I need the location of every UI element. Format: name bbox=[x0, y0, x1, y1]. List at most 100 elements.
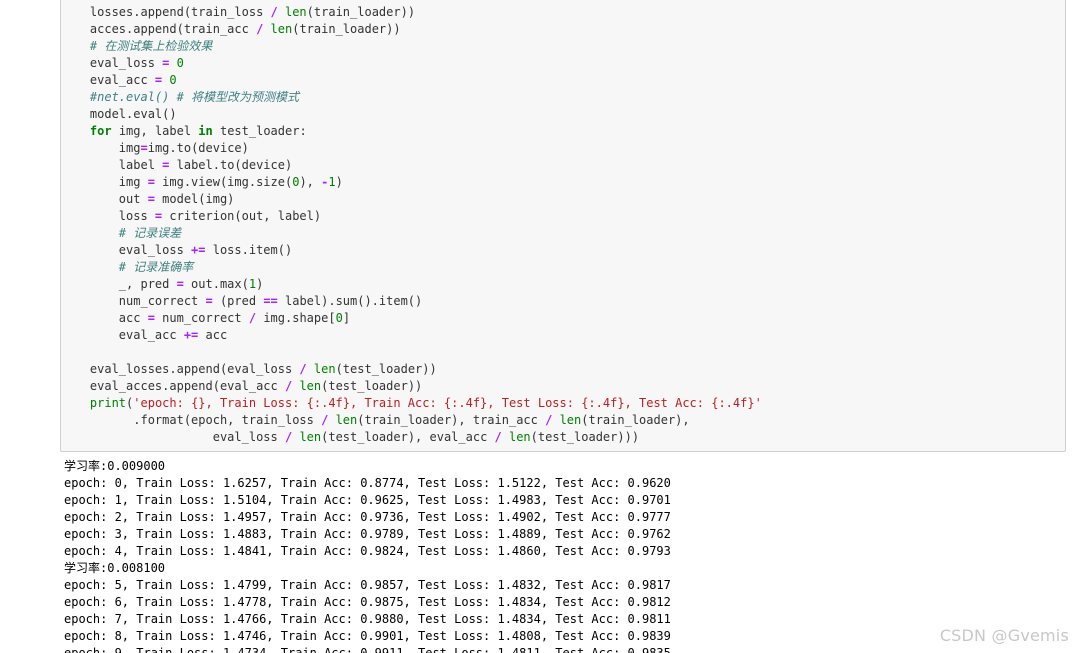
code-token: # 记录误差 bbox=[61, 226, 182, 240]
code-token: = bbox=[147, 311, 155, 325]
code-token: == bbox=[263, 294, 278, 308]
code-token: loss bbox=[61, 209, 155, 223]
code-line: #net.eval() # 将模型改为预测模式 bbox=[61, 89, 762, 106]
code-line: eval_loss = 0 bbox=[61, 55, 762, 72]
code-line: # 记录误差 bbox=[61, 225, 762, 242]
code-token: in bbox=[198, 124, 213, 138]
code-token: #net.eval() # 将模型改为预测模式 bbox=[61, 90, 300, 104]
code-line: eval_losses.append(eval_loss / len(test_… bbox=[61, 361, 762, 378]
output-line: epoch: 2, Train Loss: 1.4957, Train Acc:… bbox=[64, 510, 671, 524]
code-line: num_correct = (pred == label).sum().item… bbox=[61, 293, 762, 310]
code-token: / bbox=[494, 430, 502, 444]
cell-output: 学习率:0.009000 epoch: 0, Train Loss: 1.6257… bbox=[64, 458, 671, 653]
code-line: eval_acces.append(eval_acc / len(test_lo… bbox=[61, 378, 762, 395]
code-token: (train_loader), train_acc bbox=[357, 413, 546, 427]
code-token: len bbox=[559, 413, 582, 427]
code-token: img.view(img.size( bbox=[154, 175, 293, 189]
code-token: len bbox=[270, 22, 293, 36]
code-token: (train_loader)) bbox=[292, 22, 401, 36]
code-token: += bbox=[191, 243, 206, 257]
code-line: model.eval() bbox=[61, 106, 762, 123]
code-token: (train_loader), bbox=[581, 413, 690, 427]
code-token: ) bbox=[256, 277, 264, 291]
output-line: epoch: 3, Train Loss: 1.4883, Train Acc:… bbox=[64, 527, 671, 541]
code-token: test_loader: bbox=[212, 124, 307, 138]
output-line: epoch: 6, Train Loss: 1.4778, Train Acc:… bbox=[64, 595, 671, 609]
output-line: epoch: 5, Train Loss: 1.4799, Train Acc:… bbox=[64, 578, 671, 592]
code-token: = bbox=[147, 192, 155, 206]
code-line: img = img.view(img.size(0), -1) bbox=[61, 174, 762, 191]
code-token: ] bbox=[342, 311, 351, 325]
code-token: for bbox=[89, 124, 112, 138]
code-token: (pred bbox=[212, 294, 264, 308]
code-token: img bbox=[61, 141, 141, 155]
code-token: (train_loader)) bbox=[306, 5, 416, 19]
code-token: 0 bbox=[176, 56, 184, 70]
code-token: loss.item() bbox=[205, 243, 293, 257]
code-token: # 在测试集上检验效果 bbox=[61, 39, 213, 53]
code-token: len bbox=[508, 430, 531, 444]
code-token: ), bbox=[299, 175, 322, 189]
code-token: losses.append(train_loss bbox=[61, 5, 271, 19]
output-line: epoch: 1, Train Loss: 1.5104, Train Acc:… bbox=[64, 493, 671, 507]
code-line: acc = num_correct / img.shape[0] bbox=[61, 310, 762, 327]
code-token: acces.append(train_acc bbox=[61, 22, 257, 36]
code-token: 0 bbox=[335, 311, 343, 325]
code-token: eval_loss bbox=[61, 430, 285, 444]
code-token: num_correct bbox=[154, 311, 249, 325]
output-line: epoch: 4, Train Loss: 1.4841, Train Acc:… bbox=[64, 544, 671, 558]
code-token: len bbox=[284, 5, 307, 19]
code-line: print('epoch: {}, Train Loss: {:.4f}, Tr… bbox=[61, 395, 762, 412]
output-line: 学习率:0.008100 bbox=[64, 561, 166, 575]
code-token: (test_loader)) bbox=[335, 362, 437, 376]
code-token: 1 bbox=[328, 175, 336, 189]
code-token: len bbox=[335, 413, 358, 427]
code-line: losses.append(train_loss / len(train_loa… bbox=[61, 4, 762, 21]
code-cell[interactable]: losses.append(train_loss / len(train_loa… bbox=[60, 0, 1066, 452]
code-token: criterion(out, label) bbox=[162, 209, 322, 223]
code-token: eval_loss bbox=[61, 56, 163, 70]
code-line: _, pred = out.max(1) bbox=[61, 276, 762, 293]
code-line: label = label.to(device) bbox=[61, 157, 762, 174]
code-token: num_correct bbox=[61, 294, 206, 308]
code-line: loss = criterion(out, label) bbox=[61, 208, 762, 225]
code-token: _, pred bbox=[61, 277, 177, 291]
code-line: eval_acc = 0 bbox=[61, 72, 762, 89]
code-token: .format(epoch, train_loss bbox=[61, 413, 322, 427]
code-line: # 记录准确率 bbox=[61, 259, 762, 276]
code-token: (test_loader))) bbox=[530, 430, 640, 444]
code-line: acces.append(train_acc / len(train_loade… bbox=[61, 21, 762, 38]
watermark: CSDN @Gvemis bbox=[939, 626, 1069, 645]
code-line: img=img.to(device) bbox=[61, 140, 762, 157]
code-token: out.max( bbox=[183, 277, 249, 291]
code-token: label.to(device) bbox=[169, 158, 293, 172]
output-line: epoch: 0, Train Loss: 1.6257, Train Acc:… bbox=[64, 476, 671, 490]
code-token: label bbox=[61, 158, 163, 172]
output-line: 学习率:0.009000 bbox=[64, 459, 166, 473]
code-editor[interactable]: losses.append(train_loss / len(train_loa… bbox=[61, 4, 762, 446]
code-token: (test_loader)) bbox=[321, 379, 423, 393]
code-token: len bbox=[299, 430, 322, 444]
code-token: print bbox=[89, 396, 127, 410]
code-token: img.to(device) bbox=[147, 141, 249, 155]
code-token: = bbox=[205, 294, 213, 308]
code-line: # 在测试集上检验效果 bbox=[61, 38, 762, 55]
code-token: / bbox=[270, 5, 278, 19]
code-token: img, label bbox=[111, 124, 199, 138]
code-token: 0 bbox=[169, 73, 177, 87]
code-token: / bbox=[299, 362, 307, 376]
code-token: (test_loader), eval_acc bbox=[321, 430, 495, 444]
code-token: eval_loss bbox=[61, 243, 192, 257]
code-line: out = model(img) bbox=[61, 191, 762, 208]
code-token: = bbox=[176, 277, 184, 291]
code-token: 1 bbox=[248, 277, 257, 291]
